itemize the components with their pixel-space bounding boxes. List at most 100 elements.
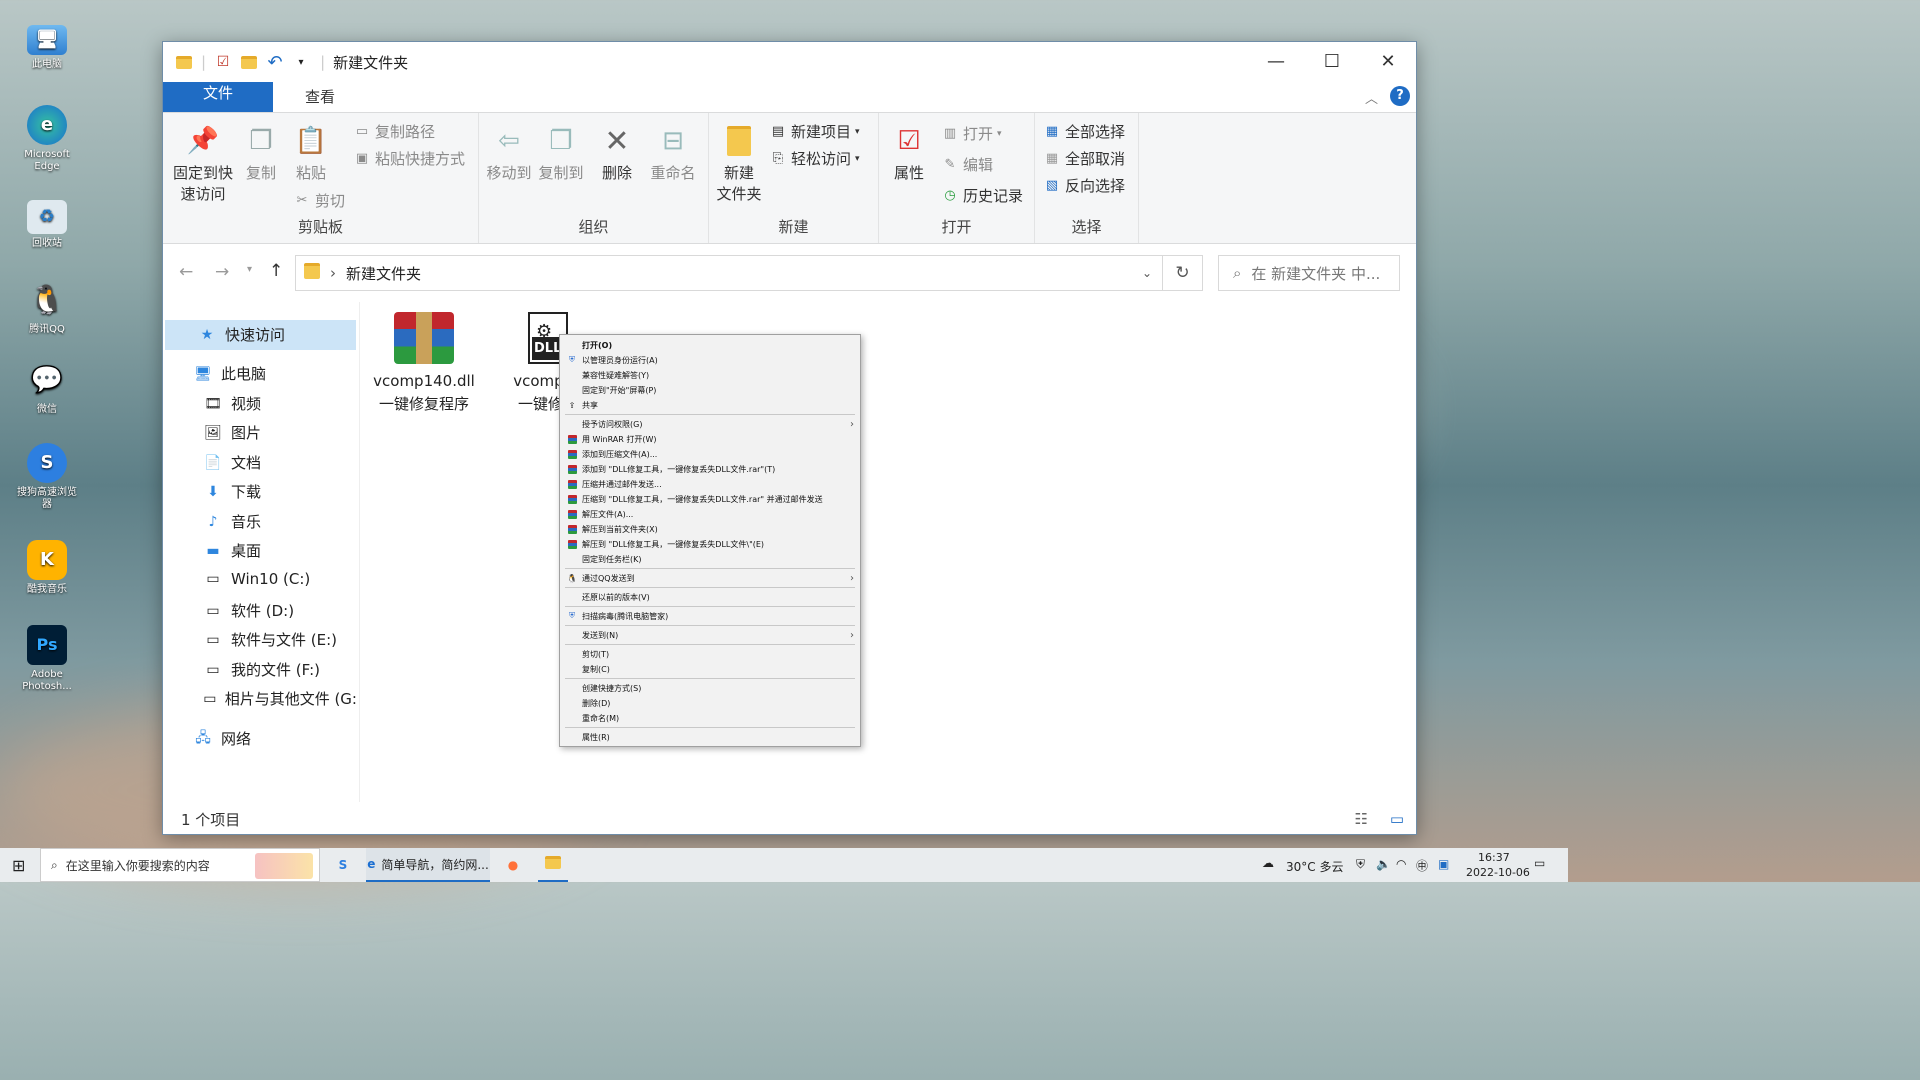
back-arrow-icon[interactable]: ←: [179, 262, 193, 282]
address-dropdown-icon[interactable]: ⌄: [1142, 266, 1152, 280]
menu-item-send-to[interactable]: 发送到(N) ›: [560, 628, 860, 642]
up-arrow-icon[interactable]: ↑: [269, 261, 283, 281]
nav-network[interactable]: 🖧 网络: [193, 728, 251, 749]
menu-item-compress-email[interactable]: 压缩并通过邮件发送...: [560, 477, 860, 491]
taskbar-edge-window[interactable]: e 简单导航，简约网...: [366, 848, 490, 882]
taskbar-search[interactable]: ⌕ 在这里输入你要搜索的内容: [40, 848, 320, 882]
notification-icon[interactable]: ▭: [1534, 856, 1545, 870]
history-button[interactable]: ◷ 历史记录: [941, 185, 1023, 206]
new-folder-quick-icon[interactable]: [240, 53, 258, 71]
tab-file[interactable]: 文件: [163, 82, 273, 112]
paste-shortcut-button[interactable]: ▣ 粘贴快捷方式: [353, 148, 465, 169]
edit-button[interactable]: ✎ 编辑: [941, 154, 993, 175]
select-none-button[interactable]: ▦ 全部取消: [1043, 148, 1125, 169]
nav-downloads[interactable]: ⬇ 下载: [203, 481, 261, 502]
invert-selection-button[interactable]: ▧ 反向选择: [1043, 175, 1125, 196]
menu-item-send-qq[interactable]: 🐧 通过QQ发送到 ›: [560, 571, 860, 585]
desktop-icon-photoshop[interactable]: Ps Adobe Photosh...: [14, 625, 80, 693]
menu-item-copy[interactable]: 复制(C): [560, 662, 860, 676]
breadcrumb-current[interactable]: 新建文件夹: [346, 263, 421, 284]
minimize-button[interactable]: —: [1248, 42, 1304, 80]
recent-dropdown-icon[interactable]: ▾: [247, 264, 252, 275]
search-box[interactable]: ⌕ 在 新建文件夹 中...: [1218, 255, 1400, 291]
large-icons-view-icon[interactable]: ▭: [1390, 810, 1404, 828]
undo-icon[interactable]: ↶: [266, 52, 284, 73]
pin-quick-access-button[interactable]: 📌 固定到快 速访问: [171, 123, 235, 205]
menu-item-compat-troubleshoot[interactable]: 兼容性疑难解答(Y): [560, 368, 860, 382]
menu-item-create-shortcut[interactable]: 创建快捷方式(S): [560, 681, 860, 695]
desktop-icon-this-pc[interactable]: 🖥 此电脑: [14, 25, 80, 71]
desktop-icon-wechat[interactable]: 💬 微信: [14, 360, 80, 416]
menu-item-pin-taskbar[interactable]: 固定到任务栏(K): [560, 552, 860, 566]
new-folder-button[interactable]: 新建 文件夹: [715, 123, 763, 205]
desktop-icon-kuwo[interactable]: K 酷我音乐: [14, 540, 80, 596]
properties-button[interactable]: ☑ 属性: [887, 123, 931, 184]
wifi-icon[interactable]: ◠: [1396, 857, 1406, 871]
taskbar-sogou-browser[interactable]: S: [330, 848, 356, 882]
maximize-button[interactable]: ☐: [1304, 42, 1360, 80]
nav-documents[interactable]: 📄 文档: [203, 452, 261, 473]
menu-item-add-archive[interactable]: 添加到压缩文件(A)...: [560, 447, 860, 461]
paste-button[interactable]: 📋 粘贴: [291, 123, 331, 184]
help-icon[interactable]: ?: [1390, 86, 1410, 106]
weather-text[interactable]: 30°C 多云: [1286, 858, 1343, 875]
open-button[interactable]: ▥ 打开 ▾: [941, 123, 1002, 144]
nav-drive-g[interactable]: ▭ 相片与其他文件 (G:: [203, 688, 357, 709]
menu-item-cut[interactable]: 剪切(T): [560, 647, 860, 661]
qq-tray-icon[interactable]: ▣: [1438, 857, 1449, 871]
details-view-icon[interactable]: ☷: [1355, 810, 1368, 828]
desktop-icon-recycle-bin[interactable]: ♻ 回收站: [14, 200, 80, 250]
menu-item-share[interactable]: ⇪ 共享: [560, 398, 860, 412]
new-item-button[interactable]: ▤ 新建项目 ▾: [769, 121, 860, 142]
taskbar-file-explorer[interactable]: [538, 848, 568, 882]
ime-icon[interactable]: ㊥: [1416, 857, 1428, 874]
close-button[interactable]: ✕: [1360, 42, 1416, 80]
menu-item-extract-to-folder[interactable]: 解压到 "DLL修复工具，一键修复丢失DLL文件\"(E): [560, 537, 860, 551]
nav-quick-access[interactable]: ★ 快速访问: [197, 324, 285, 345]
nav-this-pc[interactable]: 🖥 此电脑: [193, 363, 266, 384]
menu-item-winrar-open[interactable]: 用 WinRAR 打开(W): [560, 432, 860, 446]
menu-item-give-access[interactable]: 授予访问权限(G) ›: [560, 417, 860, 431]
menu-item-extract-here[interactable]: 解压到当前文件夹(X): [560, 522, 860, 536]
address-bar[interactable]: › 新建文件夹 ⌄: [295, 255, 1163, 291]
refresh-button[interactable]: ↻: [1163, 255, 1203, 291]
desktop-icon-sogou[interactable]: S 搜狗高速浏览器: [14, 443, 80, 511]
nav-drive-c[interactable]: ▭ Win10 (C:): [203, 570, 310, 588]
select-all-button[interactable]: ▦ 全部选择: [1043, 121, 1125, 142]
forward-arrow-icon[interactable]: →: [215, 262, 229, 282]
copy-path-button[interactable]: ▭ 复制路径: [353, 121, 435, 142]
nav-drive-d[interactable]: ▭ 软件 (D:): [203, 600, 294, 621]
nav-pictures[interactable]: 🖼 图片: [203, 422, 261, 443]
cut-button[interactable]: ✂ 剪切: [293, 190, 345, 211]
menu-item-pin-start[interactable]: 固定到"开始"屏幕(P): [560, 383, 860, 397]
tab-view[interactable]: 查看: [289, 82, 351, 112]
volume-icon[interactable]: 🔈: [1376, 857, 1391, 871]
properties-check-icon[interactable]: ☑: [214, 53, 232, 71]
desktop-icon-qq[interactable]: 🐧 腾讯QQ: [14, 280, 80, 336]
nav-desktop[interactable]: ▬ 桌面: [203, 540, 261, 561]
menu-item-restore-versions[interactable]: 还原以前的版本(V): [560, 590, 860, 604]
menu-item-extract-files[interactable]: 解压文件(A)...: [560, 507, 860, 521]
nav-videos[interactable]: 🎞 视频: [203, 393, 261, 414]
copy-to-button[interactable]: ❐ 复制到: [537, 123, 585, 184]
clock-date[interactable]: 2022-10-06: [1466, 866, 1530, 879]
delete-button[interactable]: ✕ 删除: [597, 123, 637, 184]
menu-item-compress-to-rar-email[interactable]: 压缩到 "DLL修复工具，一键修复丢失DLL文件.rar" 并通过邮件发送: [560, 492, 860, 506]
collapse-ribbon-icon[interactable]: ︿: [1365, 88, 1378, 107]
clock-time[interactable]: 16:37: [1478, 851, 1510, 864]
menu-item-delete[interactable]: 删除(D): [560, 696, 860, 710]
copy-button[interactable]: ❐ 复制: [241, 123, 281, 184]
easy-access-button[interactable]: ⎘ 轻松访问 ▾: [769, 148, 860, 169]
taskbar-firefox[interactable]: ●: [500, 848, 526, 882]
file-item[interactable]: vcomp140.dll 一键修复程序: [369, 312, 479, 416]
menu-item-properties[interactable]: 属性(R): [560, 730, 860, 744]
quick-access-dropdown-icon[interactable]: ▾: [292, 53, 310, 71]
rename-button[interactable]: ⊟ 重命名: [647, 123, 699, 184]
start-windows-icon[interactable]: ⊞: [12, 856, 25, 875]
menu-item-add-to-rar[interactable]: 添加到 "DLL修复工具，一键修复丢失DLL文件.rar"(T): [560, 462, 860, 476]
menu-item-scan-virus[interactable]: ⛨ 扫描病毒(腾讯电脑管家): [560, 609, 860, 623]
move-to-button[interactable]: ⇦ 移动到: [485, 123, 533, 184]
desktop-icon-edge[interactable]: e Microsoft Edge: [14, 105, 80, 173]
nav-music[interactable]: ♪ 音乐: [203, 511, 261, 532]
network-tray-icon[interactable]: ⛨: [1356, 857, 1365, 872]
